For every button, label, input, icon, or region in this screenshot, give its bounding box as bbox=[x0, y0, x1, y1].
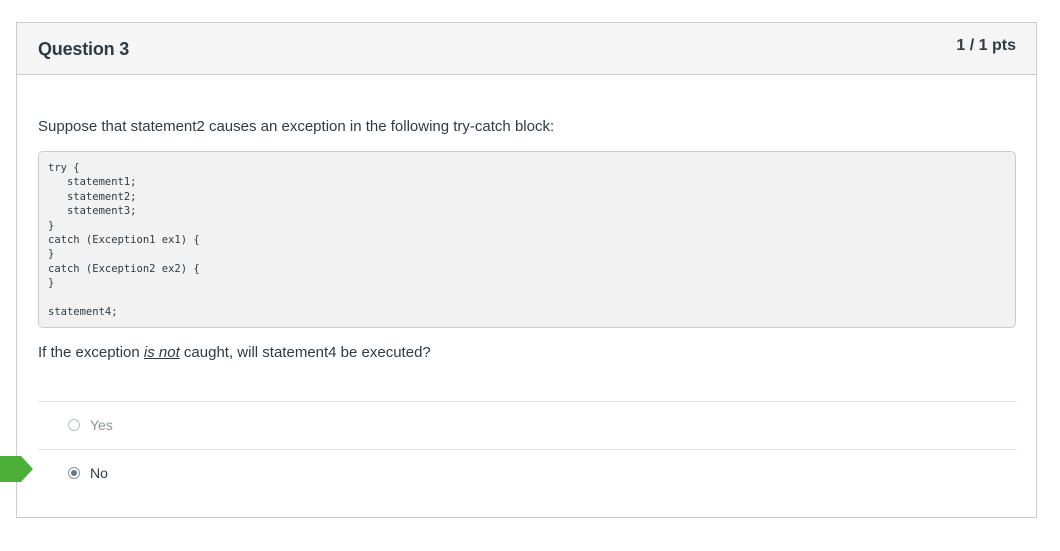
question-prompt: Suppose that statement2 causes an except… bbox=[38, 118, 555, 135]
answer-label: Yes bbox=[90, 417, 113, 433]
correct-answer-arrow-icon bbox=[0, 456, 33, 482]
code-text: try { statement1; statement2; statement3… bbox=[48, 162, 200, 319]
answer-option-no[interactable]: No bbox=[38, 449, 1017, 497]
followup-text-after: caught, will statement4 be executed? bbox=[179, 344, 431, 361]
answer-label: No bbox=[90, 465, 108, 481]
code-block: try { statement1; statement2; statement3… bbox=[38, 151, 1016, 328]
question-points: 1 / 1 pts bbox=[956, 37, 1016, 54]
radio-unchecked-icon[interactable] bbox=[68, 419, 80, 431]
followup-emphasis: is not bbox=[143, 344, 180, 361]
question-followup: If the exception is not caught, will sta… bbox=[38, 344, 431, 361]
question-title: Question 3 bbox=[38, 39, 130, 59]
question-card: Question 3 1 / 1 pts Suppose that statem… bbox=[16, 22, 1037, 518]
answer-option-yes[interactable]: Yes bbox=[38, 401, 1017, 449]
followup-text-before: If the exception bbox=[38, 344, 144, 361]
question-header: Question 3 1 / 1 pts bbox=[17, 23, 1036, 75]
answer-list: Yes No bbox=[38, 401, 1017, 497]
radio-checked-icon[interactable] bbox=[68, 467, 80, 479]
